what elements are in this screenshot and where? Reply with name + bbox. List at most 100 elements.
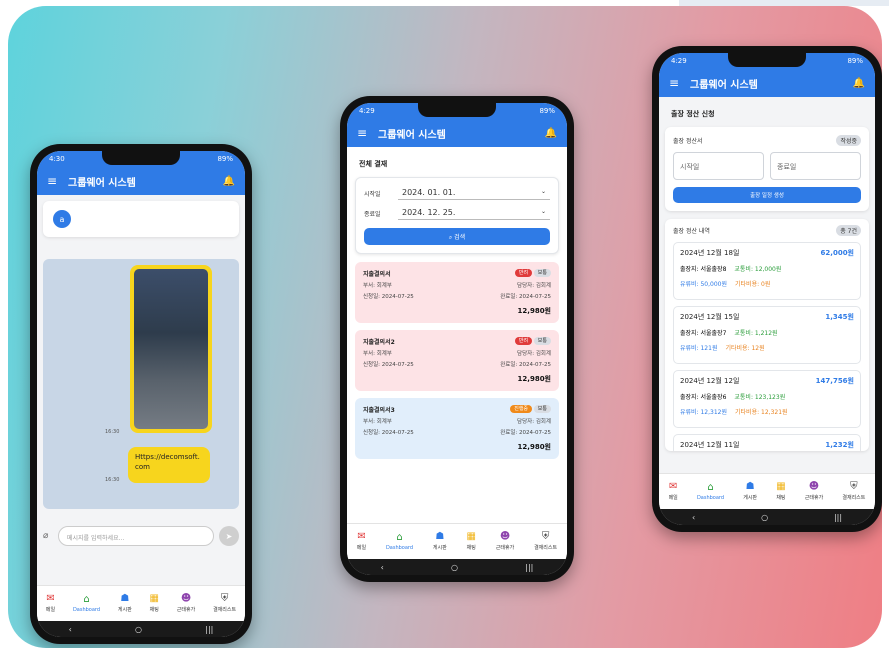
nav-mail[interactable]: ✉ 메일 <box>45 594 56 614</box>
approval-icon: ⛨ <box>220 593 229 604</box>
back-icon[interactable]: ‹ <box>692 513 695 522</box>
expense-etc: 기타비용: 0원 <box>735 281 771 288</box>
home-button-icon[interactable]: ○ <box>135 625 142 634</box>
approval-doc[interactable]: 지출결의서2 반려 보통 부서: 회계부 담당자: 김회계 신청일: 2024-07… <box>355 330 559 391</box>
nav-label: 결재리스트 <box>213 607 237 613</box>
menu-icon[interactable]: ≡ <box>47 174 59 188</box>
chat-icon: ▦ <box>149 593 159 604</box>
bell-icon[interactable]: 🔔 <box>545 128 557 139</box>
app-title: 그룹웨어 시스템 <box>378 129 446 141</box>
status-battery: 89% <box>847 57 863 65</box>
nav-board[interactable]: ☗ 게시판 <box>432 531 447 552</box>
status-badge: 진행중 <box>510 405 533 413</box>
start-date-input[interactable]: 시작일 <box>673 152 764 180</box>
attach-icon[interactable]: ⌀ <box>43 531 53 541</box>
back-icon[interactable]: ‹ <box>69 625 72 634</box>
date-inputs: 시작일 종료일 <box>673 152 861 180</box>
start-date-row: 시작일 2024. 01. 01. ⌄ <box>364 186 550 200</box>
nav-approval[interactable]: ⛨ 결재리스트 <box>213 593 237 614</box>
create-schedule-button[interactable]: 출장 일정 생성 <box>673 187 861 203</box>
search-label: 검색 <box>454 234 466 241</box>
bell-icon[interactable]: 🔔 <box>223 176 235 187</box>
nav-approval[interactable]: ⛨ 결재리스트 <box>842 482 865 502</box>
nav-dashboard[interactable]: ⌂ Dashboard <box>385 532 414 551</box>
start-date-select[interactable]: 2024. 01. 01. ⌄ <box>398 186 550 200</box>
phone-expense: 4:29 89% ≡ 그룹웨어 시스템 🔔 출장 정산 신청 출장 정산서 작성… <box>652 46 882 532</box>
nav-approval[interactable]: ⛨ 결재리스트 <box>534 532 558 552</box>
end-date-placeholder: 종료일 <box>777 163 797 171</box>
expense-amount: 1,232원 <box>825 441 854 449</box>
mail-icon: ✉ <box>357 531 366 542</box>
nav-chat[interactable]: ▦ 채팅 <box>776 482 786 502</box>
camera-notch <box>418 103 496 117</box>
doc-applied: 신청일: 2024-07-25 <box>363 294 414 300</box>
nav-chat[interactable]: ▦ 채팅 <box>466 532 476 552</box>
nav-label: 메일 <box>45 607 56 613</box>
nav-label: 게시판 <box>432 545 447 551</box>
avatar-letter: a <box>59 214 65 224</box>
nav-board[interactable]: ☗ 게시판 <box>118 594 132 614</box>
end-date-input[interactable]: 종료일 <box>770 152 861 180</box>
menu-icon[interactable]: ≡ <box>669 76 681 90</box>
nav-attendance[interactable]: ☻ 근태휴가 <box>177 594 195 614</box>
recents-icon[interactable]: ||| <box>525 563 533 572</box>
nav-label: 채팅 <box>149 607 159 613</box>
doc-applied: 신청일: 2024-07-25 <box>363 430 414 436</box>
send-icon[interactable]: ➤ <box>219 526 239 546</box>
expense-list-card: 출장 정산 내역 총 7건 2024년 12월 18일 62,000원 출장지: … <box>665 219 869 451</box>
bottom-nav: ✉ 메일 ⌂ Dashboard ☗ 게시판 ▦ 채팅 ☻ 근태휴가 ⛨ 결재리스트 <box>659 473 875 509</box>
nav-label: 채팅 <box>776 495 786 501</box>
doc-dept: 부서: 회계부 <box>363 419 392 425</box>
nav-attendance[interactable]: ☻ 근태휴가 <box>496 532 514 552</box>
doc-applied: 신청일: 2024-07-25 <box>363 362 414 368</box>
nav-chat[interactable]: ▦ 채팅 <box>149 593 159 614</box>
doc-amount: 12,980원 <box>517 375 551 383</box>
back-icon[interactable]: ‹ <box>381 563 384 572</box>
attendance-icon: ☻ <box>808 481 820 492</box>
approval-doc[interactable]: 지출결의서3 진행중 보통 부서: 회계부 담당자: 김회계 신청일: 2024-0… <box>355 398 559 459</box>
search-button[interactable]: ⌕ 검색 <box>364 228 550 245</box>
expense-transport: 교통비: 123,123원 <box>734 394 786 401</box>
home-button-icon[interactable]: ○ <box>761 513 768 522</box>
bell-icon[interactable]: 🔔 <box>853 78 865 89</box>
chevron-down-icon: ⌄ <box>540 208 546 215</box>
expense-item[interactable]: 2024년 12월 18일 62,000원 출장지: 서울출장8 교통비: 12,0… <box>673 242 861 300</box>
nav-mail[interactable]: ✉ 메일 <box>357 531 366 552</box>
avatar[interactable]: a <box>53 210 71 228</box>
nav-label: Dashboard <box>385 544 414 551</box>
board-icon: ☗ <box>745 481 755 492</box>
expense-item[interactable]: 2024년 12월 15일 1,345원 출장지: 서울출장7 교통비: 1,212… <box>673 306 861 364</box>
image-message[interactable] <box>130 265 212 433</box>
nav-dashboard[interactable]: ⌂ Dashboard <box>73 594 100 613</box>
doc-done: 완료일: 2024-07-25 <box>500 430 551 436</box>
expense-amount: 1,345원 <box>825 313 854 321</box>
home-button-icon[interactable]: ○ <box>451 563 458 572</box>
phone-chat: 4:30 89% ≡ 그룹웨어 시스템 🔔 a 16:30 Https://de… <box>30 144 252 644</box>
menu-icon[interactable]: ≡ <box>357 126 369 140</box>
approval-doc[interactable]: 지출결의서 반려 보통 부서: 회계부 담당자: 김회계 신청일: 2024-07-… <box>355 262 559 323</box>
nav-label: 결재리스트 <box>534 545 558 551</box>
doc-amount: 12,980원 <box>517 443 551 451</box>
expense-item[interactable]: 2024년 12월 12일 147,756원 출장지: 서울출장6 교통비: 123… <box>673 370 861 428</box>
nav-dashboard[interactable]: ⌂ Dashboard <box>697 481 724 501</box>
chat-area[interactable]: 16:30 Https://decomsoft.com 16:30 <box>43 259 239 509</box>
recents-icon[interactable]: ||| <box>205 625 213 634</box>
expense-item[interactable]: 2024년 12월 11일 1,232원 <box>673 434 861 451</box>
expense-place: 출장지: 서울출장8 <box>680 266 727 273</box>
board-icon: ☗ <box>435 531 445 542</box>
text-message[interactable]: Https://decomsoft.com <box>128 447 210 483</box>
app-title: 그룹웨어 시스템 <box>68 177 136 189</box>
nav-board[interactable]: ☗ 게시판 <box>743 481 757 502</box>
home-icon: ⌂ <box>707 481 714 493</box>
nav-attendance[interactable]: ☻ 근태휴가 <box>805 481 823 502</box>
nav-label: 채팅 <box>466 545 476 551</box>
end-date-row: 종료일 2024. 12. 25. ⌄ <box>364 206 550 220</box>
nav-mail[interactable]: ✉ 메일 <box>669 482 678 502</box>
recents-icon[interactable]: ||| <box>834 513 842 522</box>
message-input[interactable]: 메시지를 입력하세요... <box>58 526 214 546</box>
end-date-select[interactable]: 2024. 12. 25. ⌄ <box>398 206 550 220</box>
doc-done: 완료일: 2024-07-25 <box>500 294 551 300</box>
message-text: Https://decomsoft.com <box>135 453 200 471</box>
form-title: 출장 정산서 <box>673 138 703 145</box>
doc-title: 지출결의서 <box>363 271 391 278</box>
